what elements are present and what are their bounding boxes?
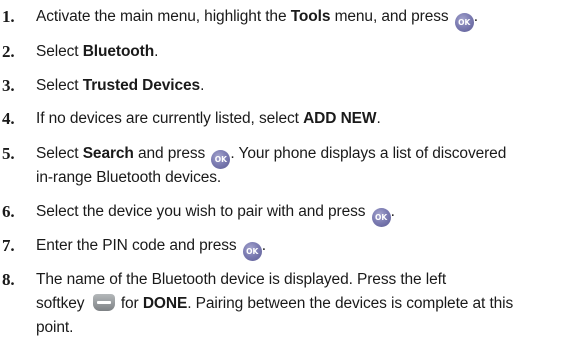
step-number: 4. — [2, 109, 15, 128]
step-number: 8. — [2, 270, 15, 289]
step-text: Enter the PIN code and press OK. — [36, 234, 588, 261]
left-softkey-icon — [92, 294, 115, 311]
text-run: . — [261, 237, 266, 254]
step-text: The name of the Bluetooth device is disp… — [36, 268, 588, 340]
step-text-line: Select the device you wish to pair with … — [36, 200, 588, 227]
step-number: 7. — [2, 236, 15, 255]
text-run: and press — [133, 145, 210, 162]
text-run: . — [376, 110, 381, 127]
text-run: The name of the Bluetooth device is disp… — [36, 271, 447, 288]
text-run: . — [390, 203, 395, 220]
ok-icon: OK — [454, 13, 474, 32]
step-number: 3. — [2, 76, 15, 95]
text-run: in-range Bluetooth devices. — [36, 169, 222, 186]
text-run: Select — [36, 77, 83, 94]
text-run: Activate the main menu, highlight the — [36, 8, 291, 25]
text-run: Select — [36, 43, 83, 60]
step-text: Select the device you wish to pair with … — [36, 200, 588, 227]
bold-term: Trusted Devices — [82, 77, 201, 94]
text-run: . — [473, 8, 478, 25]
step-number: 2. — [2, 42, 15, 61]
step-text-line: point. — [36, 316, 588, 340]
text-run: Select the device you wish to pair with … — [36, 203, 370, 220]
text-run: softkey — [36, 295, 89, 312]
step-text-line: The name of the Bluetooth device is disp… — [36, 268, 588, 292]
text-run: . Your phone displays a list of discover… — [230, 145, 507, 162]
step-number: 1. — [2, 7, 15, 26]
step-text-line: softkey for DONE. Pairing between the de… — [36, 292, 588, 316]
step-text-line: Select Bluetooth. — [36, 40, 588, 64]
text-run: Enter the PIN code and press — [36, 237, 241, 254]
step-text-line: Select Trusted Devices. — [36, 74, 588, 98]
step-text: Select Trusted Devices. — [36, 74, 588, 98]
text-run: . — [154, 43, 159, 60]
bold-term: Bluetooth — [82, 43, 155, 60]
step-text: Select Search and press OK. Your phone d… — [36, 142, 588, 190]
bold-term: ADD NEW — [303, 110, 377, 127]
text-run: If no devices are currently listed, sele… — [36, 110, 304, 127]
text-run: point. — [36, 319, 74, 336]
bold-term: Search — [82, 145, 134, 162]
step-number: 5. — [2, 144, 15, 163]
text-run: for — [116, 295, 143, 312]
text-run: menu, and press — [330, 8, 453, 25]
step-number: 6. — [2, 202, 15, 221]
step-text: If no devices are currently listed, sele… — [36, 107, 588, 131]
step-text-line: Select Search and press OK. Your phone d… — [36, 142, 588, 169]
step-text: Activate the main menu, highlight the To… — [36, 5, 588, 32]
text-run: . Pairing between the devices is complet… — [187, 295, 514, 312]
step-text-line: If no devices are currently listed, sele… — [36, 107, 588, 131]
step-text-line: Activate the main menu, highlight the To… — [36, 5, 588, 32]
bold-term: Tools — [290, 8, 331, 25]
step-text-line: Enter the PIN code and press OK. — [36, 234, 588, 261]
ok-icon: OK — [371, 208, 391, 227]
step-text: Select Bluetooth. — [36, 40, 588, 64]
ok-icon: OK — [242, 242, 262, 261]
bold-term: DONE — [142, 295, 188, 312]
text-run: . — [200, 77, 205, 94]
step-text-line: in-range Bluetooth devices. — [36, 166, 588, 190]
text-run: Select — [36, 145, 83, 162]
